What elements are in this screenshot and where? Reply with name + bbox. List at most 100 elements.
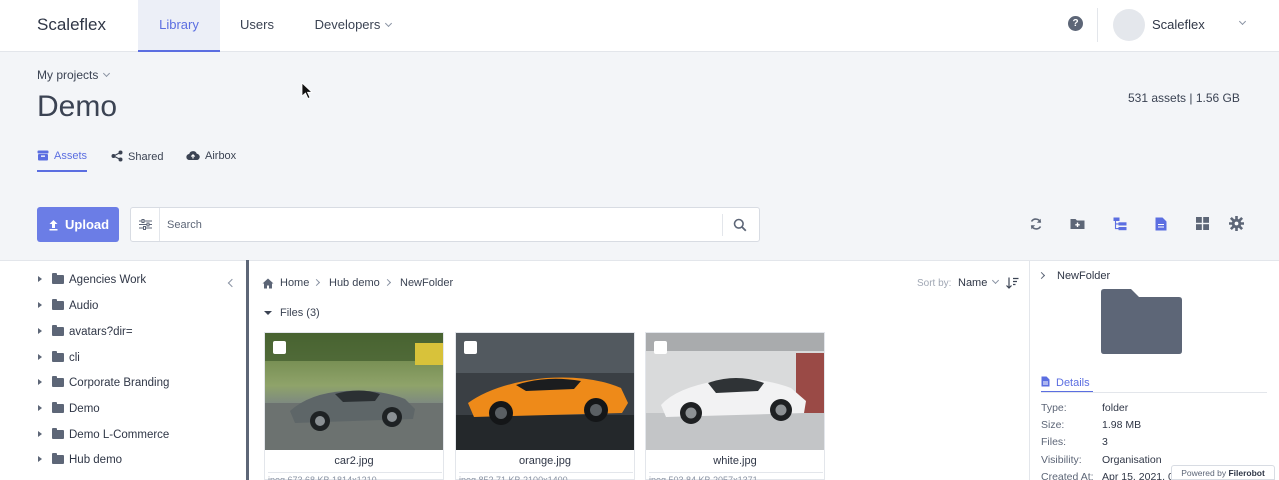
tree-item-cli[interactable]: cli [38, 351, 80, 368]
folder-icon [52, 376, 64, 387]
detail-value-visibility: Organisation [1102, 454, 1162, 466]
document-icon[interactable] [1155, 217, 1167, 231]
tab-label: Airbox [205, 150, 237, 162]
home-icon[interactable] [262, 278, 274, 289]
sort-value: Name [958, 277, 988, 289]
detail-value-size: 1.98 MB [1102, 419, 1142, 431]
powered-by-badge[interactable]: Powered by Filerobot [1171, 465, 1275, 480]
search-bar [130, 207, 760, 242]
tree-item-label: Agencies Work [69, 274, 147, 286]
tree-item-demo-l-commerce[interactable]: Demo L-Commerce [38, 428, 170, 445]
asset-stats: 531 assets | 1.56 GB [1128, 91, 1240, 105]
brand-logo[interactable]: Scaleflex [37, 15, 106, 35]
chevron-down-icon [385, 19, 393, 28]
thumbnail-image[interactable] [646, 333, 824, 450]
file-card-car2[interactable]: car2.jpg jpeg 673.68 KB 1814x1210 [264, 332, 444, 480]
tab-details[interactable]: Details [1041, 376, 1093, 393]
search-input[interactable] [167, 214, 707, 236]
collapse-arrow-icon [264, 311, 272, 315]
cloud-upload-icon [186, 151, 200, 161]
expand-arrow-icon[interactable] [38, 302, 42, 308]
file-card-orange[interactable]: orange.jpg jpeg 852.71 KB 2100x1400 [455, 332, 635, 480]
tree-item-label: Demo L-Commerce [69, 429, 170, 441]
tree-item-demo[interactable]: Demo [38, 402, 100, 419]
file-meta: jpeg 503.84 KB 2057x1371 [649, 472, 823, 480]
car-thumbnail [456, 333, 634, 450]
nav-tab-label: Users [240, 17, 274, 32]
nav-tab-label: Library [159, 17, 199, 32]
sort-direction-icon[interactable] [1006, 277, 1019, 289]
help-icon[interactable]: ? [1068, 16, 1083, 31]
powered-prefix: Powered by [1181, 468, 1227, 478]
tab-shared[interactable]: Shared [111, 150, 163, 172]
tree-item-avatars[interactable]: avatars?dir= [38, 325, 133, 342]
tree-item-agencies-work[interactable]: Agencies Work [38, 273, 147, 290]
powered-brand: Filerobot [1228, 468, 1265, 478]
chevron-down-icon [103, 69, 111, 78]
thumbnail-image[interactable] [265, 333, 443, 450]
expand-arrow-icon[interactable] [38, 328, 42, 334]
breadcrumb-hub-demo[interactable]: Hub demo [329, 277, 380, 289]
folder-icon [52, 273, 64, 284]
select-checkbox[interactable] [654, 341, 667, 354]
divider [722, 214, 723, 236]
file-name: white.jpg [713, 455, 757, 467]
upload-button[interactable]: Upload [37, 207, 119, 242]
tab-label: Assets [54, 150, 88, 162]
tree-item-label: Demo [69, 403, 100, 415]
folder-tree [0, 260, 247, 480]
sort-label: Sort by: [917, 278, 952, 289]
box-icon [37, 150, 49, 161]
settings-icon[interactable] [1229, 216, 1244, 231]
search-icon[interactable] [733, 218, 747, 232]
expand-arrow-icon[interactable] [38, 354, 42, 360]
file-meta: jpeg 673.68 KB 1814x1210 [268, 472, 442, 480]
tree-view-icon[interactable] [1113, 217, 1127, 231]
tree-item-label: cli [69, 352, 80, 364]
tree-item-label: avatars?dir= [69, 326, 133, 338]
tree-item-audio[interactable]: Audio [38, 299, 98, 316]
nav-tab-users[interactable]: Users [232, 0, 282, 52]
refresh-icon[interactable] [1029, 217, 1043, 231]
detail-key-created: Created At: [1041, 471, 1094, 480]
tab-assets[interactable]: Assets [37, 150, 88, 172]
nav-tab-library[interactable]: Library [138, 0, 220, 52]
expand-arrow-icon[interactable] [38, 379, 42, 385]
nav-tab-developers[interactable]: Developers [308, 0, 398, 52]
grid-view-icon[interactable] [1196, 217, 1209, 230]
expand-arrow-icon[interactable] [38, 276, 42, 282]
tree-item-corporate-branding[interactable]: Corporate Branding [38, 376, 169, 393]
select-checkbox[interactable] [273, 341, 286, 354]
top-navigation: Scaleflex Library Users Developers ? Sca… [0, 0, 1279, 52]
user-menu-chevron-icon[interactable] [1238, 17, 1247, 26]
upload-label: Upload [65, 217, 110, 232]
avatar[interactable] [1113, 9, 1145, 41]
files-section-toggle[interactable]: Files (3) [264, 307, 320, 319]
tree-item-hub-demo[interactable]: Hub demo [38, 453, 122, 470]
files-section-label: Files (3) [280, 307, 320, 319]
projects-dropdown[interactable]: My projects [37, 68, 111, 82]
new-folder-icon[interactable] [1070, 217, 1085, 230]
expand-arrow-icon[interactable] [38, 456, 42, 462]
folder-icon [52, 428, 64, 439]
sort-dropdown[interactable]: Name [958, 276, 1000, 289]
car-thumbnail [265, 333, 443, 450]
document-icon [1041, 376, 1050, 387]
file-card-white[interactable]: white.jpg jpeg 503.84 KB 2057x1371 [645, 332, 825, 480]
detail-key-size: Size: [1041, 419, 1065, 431]
folder-icon [52, 351, 64, 362]
tab-airbox[interactable]: Airbox [186, 150, 236, 172]
user-name[interactable]: Scaleflex [1152, 17, 1205, 32]
filter-icon[interactable] [139, 218, 152, 231]
expand-arrow-icon[interactable] [38, 431, 42, 437]
folder-icon [52, 453, 64, 464]
file-name: car2.jpg [334, 455, 374, 467]
breadcrumb-home[interactable]: Home [280, 277, 309, 289]
expand-arrow-icon[interactable] [38, 405, 42, 411]
select-checkbox[interactable] [464, 341, 477, 354]
thumbnail-image[interactable] [456, 333, 634, 450]
folder-preview-icon [1101, 289, 1182, 354]
selected-folder-name: NewFolder [1057, 270, 1111, 282]
share-icon [111, 150, 123, 162]
chevron-down-icon [992, 276, 1000, 285]
